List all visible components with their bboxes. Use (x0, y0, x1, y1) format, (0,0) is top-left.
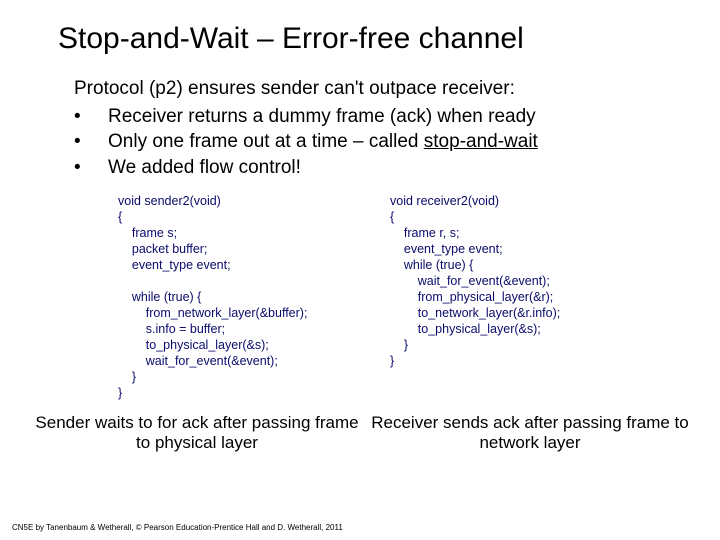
page-title: Stop-and-Wait – Error-free channel (0, 0, 720, 56)
caption-sender: Sender waits to for ack after passing fr… (0, 413, 360, 454)
slide: Stop-and-Wait – Error-free channel Proto… (0, 0, 720, 540)
code-row: void sender2(void) { frame s; packet buf… (0, 181, 720, 401)
bullet-text: Only one frame out at a time – called st… (108, 129, 538, 155)
bullet-icon: • (74, 155, 108, 181)
bullet-icon: • (74, 104, 108, 130)
code-sender: void sender2(void) { frame s; packet buf… (118, 193, 340, 401)
caption-receiver: Receiver sends ack after passing frame t… (360, 413, 700, 454)
bullet-item: • We added flow control! (74, 155, 720, 181)
bullet-list: • Receiver returns a dummy frame (ack) w… (0, 102, 720, 181)
bullet-text: We added flow control! (108, 155, 301, 181)
term-stop-and-wait: stop-and-wait (424, 131, 538, 152)
code-receiver: void receiver2(void) { frame r, s; event… (390, 193, 670, 369)
code-receiver-col: void receiver2(void) { frame r, s; event… (340, 193, 670, 401)
bullet-text: Receiver returns a dummy frame (ack) whe… (108, 104, 536, 130)
footer-text: CN5E by Tanenbaum & Wetherall, © Pearson… (12, 523, 343, 532)
caption-row: Sender waits to for ack after passing fr… (0, 401, 720, 454)
code-sender-col: void sender2(void) { frame s; packet buf… (0, 193, 340, 401)
bullet-icon: • (74, 129, 108, 155)
intro-text: Protocol (p2) ensures sender can't outpa… (0, 56, 720, 102)
bullet-item: • Only one frame out at a time – called … (74, 129, 720, 155)
bullet-item: • Receiver returns a dummy frame (ack) w… (74, 104, 720, 130)
